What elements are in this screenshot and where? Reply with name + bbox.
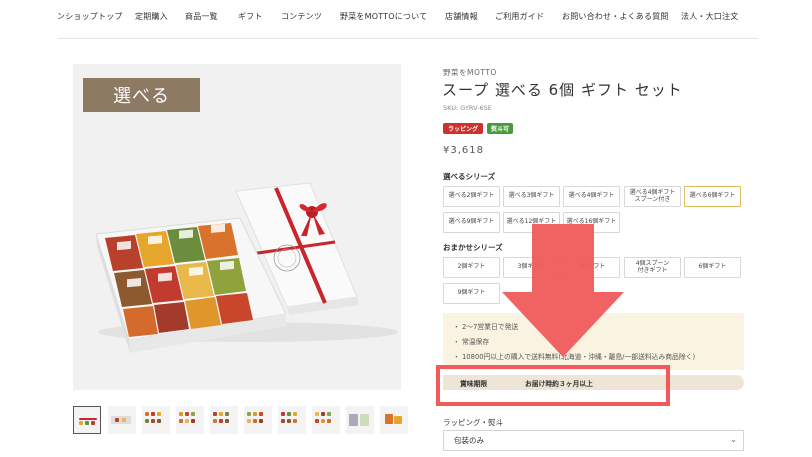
info-shipping-days: ・ 2〜7営業日で発送 — [453, 323, 519, 331]
thumbnail-strip — [73, 406, 408, 434]
product-brand[interactable]: 野菜をMOTTO — [443, 67, 497, 78]
badge-noshi: 熨斗可 — [487, 123, 513, 134]
option-choose-4-spoon[interactable]: 選べる4個ギフト スプーン付き — [624, 186, 681, 207]
option-omakase-6[interactable]: 6個ギフト — [684, 257, 741, 278]
info-free-shipping: ・ 10800円以上の購入で送料無料(北海道・沖縄・離島/一部送料込み商品除く) — [453, 353, 696, 361]
thumbnail[interactable] — [346, 406, 374, 434]
option-choose-6-selected[interactable]: 選べる6個ギフト — [684, 186, 741, 207]
option-omakase-4[interactable]: 4個ギフト — [563, 257, 620, 278]
image-badge: 選べる — [83, 78, 200, 112]
nav-item-gift[interactable]: ギフト — [238, 11, 263, 22]
thumbnail[interactable] — [312, 406, 340, 434]
option-choose-2[interactable]: 選べる2個ギフト — [443, 186, 500, 207]
gift-box-illustration — [95, 182, 398, 353]
choose-series-label: 選べるシリーズ — [443, 172, 496, 181]
thumbnail[interactable] — [210, 406, 238, 434]
option-omakase-4-spoon[interactable]: 4個スプーン 付きギフト — [624, 257, 681, 278]
nav-item-contents[interactable]: コンテンツ — [281, 11, 322, 22]
expiry-row: 賞味期限 お届け時約３ヶ月以上 — [443, 375, 744, 390]
omakase-series-label: おまかせシリーズ — [443, 243, 503, 252]
thumbnail[interactable] — [73, 406, 101, 434]
nav-item-subscription[interactable]: 定期購入 — [135, 11, 168, 22]
thumbnail[interactable] — [380, 406, 408, 434]
product-price: ¥3,618 — [443, 145, 484, 156]
info-storage: ・ 常温保存 — [453, 338, 490, 346]
top-nav: ンショップトップ 定期購入 商品一覧 ギフト コンテンツ 野菜をMOTTOについ… — [0, 0, 812, 39]
nav-item-about[interactable]: 野菜をMOTTOについて — [340, 11, 427, 22]
expiry-value: お届け時約３ヶ月以上 — [525, 380, 593, 388]
option-choose-16[interactable]: 選べる16個ギフト — [563, 212, 620, 233]
thumbnail[interactable] — [142, 406, 170, 434]
option-choose-12[interactable]: 選べる12個ギフト — [503, 212, 560, 233]
thumbnail[interactable] — [108, 406, 136, 434]
nav-item-stores[interactable]: 店舗情報 — [445, 11, 478, 22]
nav-item-shop-top[interactable]: ンショップトップ — [57, 11, 123, 22]
option-choose-9[interactable]: 選べる9個ギフト — [443, 212, 500, 233]
thumbnail[interactable] — [244, 406, 272, 434]
thumbnail[interactable] — [176, 406, 204, 434]
option-omakase-9[interactable]: 9個ギフト — [443, 283, 500, 304]
nav-item-corporate[interactable]: 法人・大口注文 — [681, 11, 738, 22]
product-title: スープ 選べる 6個 ギフト セット — [442, 81, 683, 99]
thumbnail[interactable] — [278, 406, 306, 434]
nav-item-products[interactable]: 商品一覧 — [185, 11, 218, 22]
option-choose-3[interactable]: 選べる3個ギフト — [503, 186, 560, 207]
nav-divider — [58, 38, 758, 39]
option-omakase-3[interactable]: 3個ギフト — [503, 257, 560, 278]
wrapping-select-value: 包装のみ — [454, 436, 484, 445]
product-sku: SKU: GYRV-6SE — [443, 104, 492, 112]
product-main-image[interactable]: 選べる — [73, 64, 401, 390]
wrapping-label: ラッピング・熨斗 — [443, 418, 503, 427]
chevron-down-icon: ⌄ — [730, 435, 737, 444]
shipping-info-box: ・ 2〜7営業日で発送 ・ 常温保存 ・ 10800円以上の購入で送料無料(北海… — [443, 313, 744, 370]
nav-item-faq[interactable]: お問い合わせ・よくある質問 — [562, 11, 669, 22]
option-choose-4[interactable]: 選べる4個ギフト — [563, 186, 620, 207]
option-omakase-2[interactable]: 2個ギフト — [443, 257, 500, 278]
nav-item-guide[interactable]: ご利用ガイド — [495, 11, 544, 22]
badge-wrapping: ラッピング — [443, 123, 483, 134]
wrapping-select[interactable]: 包装のみ ⌄ — [443, 430, 744, 451]
expiry-label: 賞味期限 — [460, 380, 488, 388]
